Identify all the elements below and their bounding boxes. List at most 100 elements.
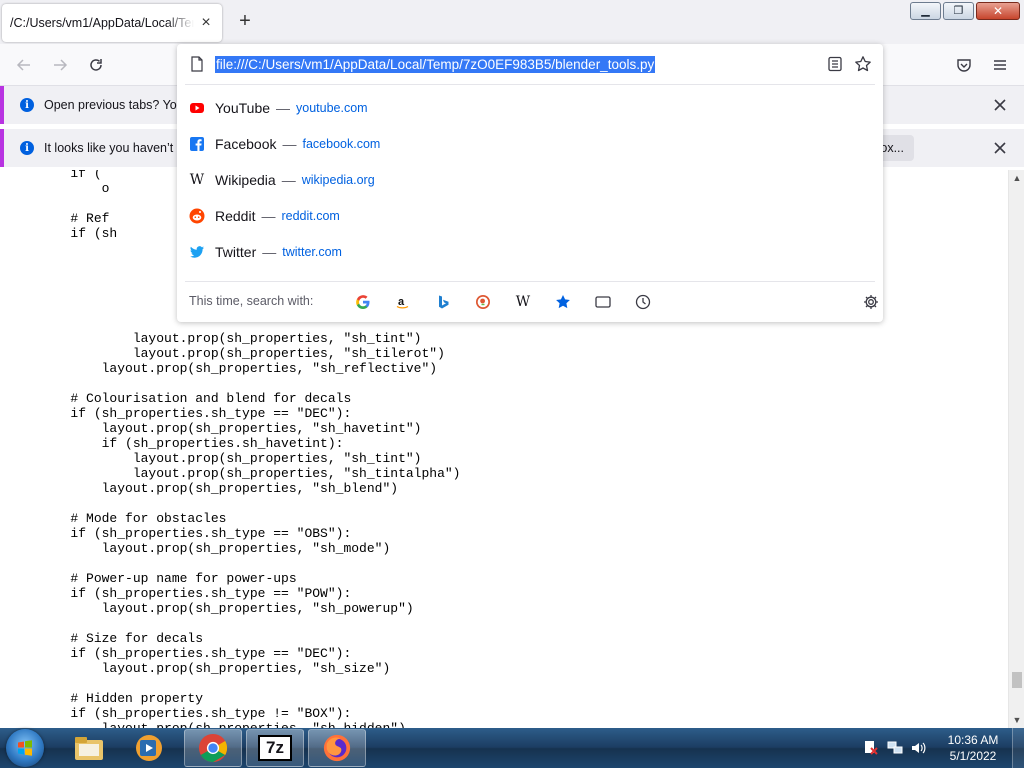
window-controls: ▁ ❐ ✕ (910, 2, 1020, 20)
bookmarks-icon[interactable] (554, 293, 572, 311)
url-input-row[interactable]: file:///C:/Users/vm1/AppData/Local/Temp/… (177, 44, 883, 84)
suggestion-title: Wikipedia (215, 172, 276, 188)
code-line: if (sh_properties.sh_type != "BOX"): (8, 706, 352, 721)
forward-icon[interactable] (50, 55, 70, 75)
notification-text: It looks like you haven’t s (44, 141, 183, 155)
reader-view-icon[interactable] (827, 56, 843, 72)
code-line: layout.prop(sh_properties, "sh_powerup") (8, 601, 414, 616)
suggestion-row[interactable]: Twitter — twitter.com (177, 234, 883, 270)
code-line: # Mode for obstacles (8, 511, 227, 526)
bookmark-star-icon[interactable] (854, 55, 872, 73)
suggestion-title: YouTube (215, 100, 271, 116)
suggestion-url: reddit.com (281, 209, 340, 223)
windows-logo-icon (18, 740, 32, 756)
code-line: if (sh_properties.sh_type == "OBS"): (8, 526, 352, 541)
info-icon: i (20, 98, 34, 112)
back-icon[interactable] (14, 55, 34, 75)
tab-close-button[interactable]: × (198, 15, 214, 31)
suggestion-row[interactable]: W Wikipedia — wikipedia.org (177, 162, 883, 198)
action-center-icon[interactable] (862, 739, 880, 757)
clock-date: 5/1/2022 (949, 749, 997, 763)
show-desktop-button[interactable] (1012, 728, 1024, 768)
code-line: # Colourisation and blend for decals (8, 391, 352, 406)
code-line: layout.prop(sh_properties, "sh_size") (8, 661, 391, 676)
page-icon (191, 56, 203, 72)
code-line: layout.prop(sh_properties, "sh_tilerot") (8, 346, 445, 361)
7zip-label: 7z (258, 735, 292, 761)
suggestion-url: facebook.com (302, 137, 381, 151)
firefox-window: /C:/Users/vm1/AppData/Local/Temp/7zO0EF9… (0, 0, 1024, 768)
url-input[interactable]: file:///C:/Users/vm1/AppData/Local/Temp/… (215, 56, 656, 73)
minimize-button[interactable]: ▁ (910, 2, 941, 20)
wikipedia-icon[interactable]: W (514, 293, 532, 311)
tabs-icon[interactable] (594, 293, 612, 311)
clock[interactable]: 10:36 AM 5/1/2022 (934, 732, 1012, 764)
code-line: if (sh_properties.sh_havetint): (8, 436, 344, 451)
history-icon[interactable] (634, 293, 652, 311)
suggestion-url: youtube.com (296, 101, 368, 115)
scroll-up-icon[interactable]: ▲ (1009, 170, 1024, 186)
clock-time: 10:36 AM (947, 733, 999, 747)
reddit-icon (189, 208, 205, 224)
suggestion-row[interactable]: Facebook — facebook.com (177, 126, 883, 162)
code-line: layout.prop(sh_properties, "sh_tint") (8, 331, 422, 346)
new-tab-button[interactable]: + (236, 11, 254, 31)
urlbar-dropdown: file:///C:/Users/vm1/AppData/Local/Temp/… (177, 44, 883, 322)
chrome-icon[interactable] (184, 729, 242, 767)
amazon-icon[interactable]: a (394, 293, 412, 311)
duckduckgo-icon[interactable] (474, 293, 492, 311)
scroll-thumb[interactable] (1012, 672, 1022, 688)
scroll-down-icon[interactable]: ▼ (1009, 712, 1024, 728)
code-line: # Power-up name for power-ups (8, 571, 297, 586)
start-button[interactable] (6, 729, 44, 767)
settings-icon[interactable] (862, 293, 880, 311)
volume-icon[interactable] (910, 739, 928, 757)
suggestion-url: wikipedia.org (301, 173, 375, 187)
explorer-icon[interactable] (60, 729, 118, 767)
restore-icon: ❐ (953, 4, 964, 17)
bing-icon[interactable] (434, 293, 452, 311)
google-icon[interactable] (354, 293, 372, 311)
search-one-offs: This time, search with: a W (185, 281, 878, 322)
notification-text: Open previous tabs? You (44, 98, 184, 112)
suggestion-dash: — (262, 244, 277, 260)
suggestion-row[interactable]: YouTube — youtube.com (177, 90, 883, 126)
code-line: # Hidden property (8, 691, 204, 706)
browser-tab[interactable]: /C:/Users/vm1/AppData/Local/Temp/7zO0EF9… (2, 4, 222, 42)
facebook-icon (189, 136, 205, 152)
suggestion-dash: — (276, 100, 291, 116)
code-line: if (sh_properties.sh_type == "DEC"): (8, 406, 352, 421)
suggestion-row[interactable]: Reddit — reddit.com (177, 198, 883, 234)
close-icon: ✕ (992, 4, 1004, 18)
menu-icon[interactable] (990, 55, 1010, 75)
info-icon: i (20, 141, 34, 155)
svg-text:a: a (398, 296, 405, 308)
vertical-scrollbar[interactable]: ▲ ▼ (1008, 170, 1024, 728)
close-icon[interactable] (992, 140, 1008, 156)
suggestion-dash: — (261, 208, 276, 224)
firefox-icon[interactable] (308, 729, 366, 767)
wikipedia-icon: W (189, 172, 205, 188)
one-offs-label: This time, search with: (189, 294, 314, 308)
code-line: if (sh_properties.sh_type == "DEC"): (8, 646, 352, 661)
suggestion-dash: — (281, 172, 296, 188)
twitter-icon (189, 244, 205, 260)
suggestion-url: twitter.com (282, 245, 342, 259)
network-icon[interactable] (886, 739, 904, 757)
close-window-button[interactable]: ✕ (976, 2, 1020, 20)
media-player-icon[interactable] (120, 729, 178, 767)
restore-button[interactable]: ❐ (943, 2, 974, 20)
7zip-icon[interactable]: 7z (246, 729, 304, 767)
close-icon[interactable] (992, 97, 1008, 113)
reload-icon[interactable] (86, 55, 106, 75)
pocket-icon[interactable] (954, 55, 974, 75)
divider (185, 84, 875, 85)
suggestion-title: Reddit (215, 208, 256, 224)
code-line: layout.prop(sh_properties, "sh_blend") (8, 481, 399, 496)
youtube-icon (189, 100, 205, 116)
